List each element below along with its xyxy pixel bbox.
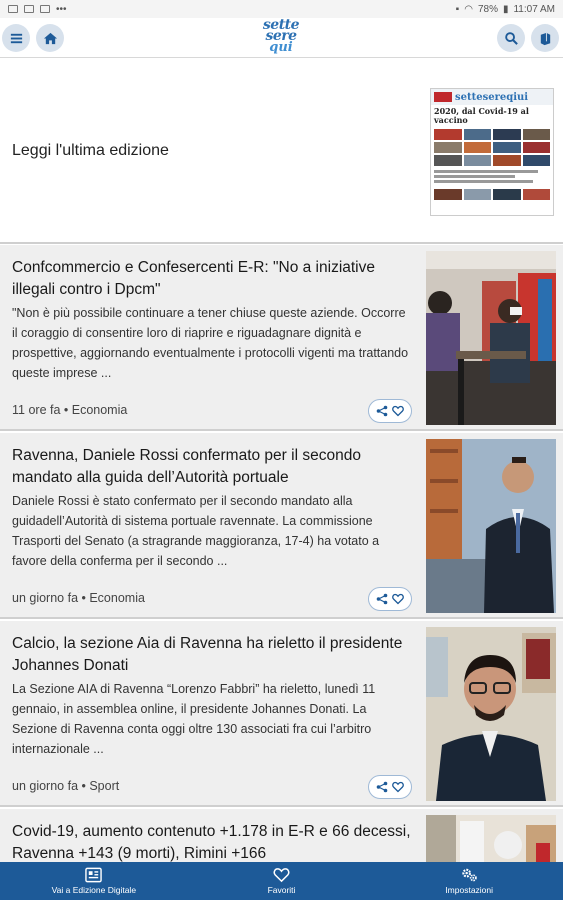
cover-headline: 2020, dal Covid-19 al vaccino bbox=[434, 106, 529, 125]
wifi-icon: ◠ bbox=[464, 3, 473, 15]
newspaper-icon bbox=[540, 32, 550, 45]
search-button[interactable] bbox=[497, 24, 525, 52]
cafe-photo bbox=[426, 251, 556, 425]
more-notifications-icon: ••• bbox=[56, 3, 67, 15]
article-meta: un giorno fa • Sport bbox=[12, 779, 120, 793]
nav-digital-edition[interactable]: Vai a Edizione Digitale bbox=[0, 862, 188, 900]
hospital-photo bbox=[426, 815, 556, 869]
article-title[interactable]: Confcommercio e Confesercenti E-R: "No a… bbox=[12, 257, 412, 301]
heart-icon bbox=[273, 868, 290, 883]
nav-label: Impostazioni bbox=[445, 885, 494, 895]
notification-icons: ••• bbox=[8, 4, 67, 15]
article-card[interactable]: Confcommercio e Confesercenti E-R: "No a… bbox=[0, 245, 563, 431]
latest-edition-label: Leggi l'ultima edizione bbox=[12, 142, 169, 159]
status-bar: ••• ▪ ◠ 78% ▮ 11:07 AM bbox=[0, 0, 563, 18]
home-button[interactable] bbox=[36, 24, 64, 52]
digital-edition-icon bbox=[85, 867, 103, 883]
menu-button[interactable] bbox=[2, 24, 30, 52]
favorite-heart-icon[interactable] bbox=[392, 593, 404, 605]
article-actions bbox=[368, 587, 412, 611]
notification-icon bbox=[8, 5, 18, 13]
clock: 11:07 AM bbox=[513, 3, 555, 15]
latest-edition-card[interactable]: Leggi l'ultima edizione settesereqiui 20… bbox=[0, 58, 563, 244]
share-icon[interactable] bbox=[376, 593, 388, 605]
share-icon[interactable] bbox=[376, 781, 388, 793]
gear-icon bbox=[461, 868, 477, 882]
favorite-heart-icon[interactable] bbox=[392, 405, 404, 417]
hamburger-icon bbox=[10, 33, 22, 43]
edition-cover-image[interactable]: settesereqiui 2020, dal Covid-19 al vacc… bbox=[430, 88, 554, 216]
article-card[interactable]: Covid-19, aumento contenuto +1.178 in E-… bbox=[0, 809, 563, 869]
portrait-photo bbox=[426, 627, 556, 801]
notification-icon bbox=[24, 5, 34, 13]
article-image[interactable] bbox=[426, 251, 556, 425]
article-excerpt: "Non è più possibile continuare a tener … bbox=[12, 306, 409, 380]
article-meta: un giorno fa • Economia bbox=[12, 591, 145, 605]
article-actions bbox=[368, 775, 412, 799]
article-card[interactable]: Calcio, la sezione Aia di Ravenna ha rie… bbox=[0, 621, 563, 807]
portrait-photo bbox=[426, 439, 556, 613]
cover-badge bbox=[434, 92, 452, 102]
share-icon[interactable] bbox=[376, 405, 388, 417]
battery-icon: ▮ bbox=[502, 3, 509, 15]
system-status: ▪ ◠ 78% ▮ 11:07 AM bbox=[456, 4, 555, 15]
article-title[interactable]: Calcio, la sezione Aia di Ravenna ha rie… bbox=[12, 633, 412, 677]
article-title[interactable]: Covid-19, aumento contenuto +1.178 in E-… bbox=[12, 821, 412, 865]
article-actions bbox=[368, 399, 412, 423]
article-image[interactable] bbox=[426, 627, 556, 801]
notification-icon bbox=[40, 5, 50, 13]
edition-button[interactable] bbox=[531, 24, 559, 52]
bottom-navigation: Vai a Edizione Digitale Favoriti Imposta… bbox=[0, 862, 563, 900]
article-image[interactable] bbox=[426, 439, 556, 613]
search-icon bbox=[504, 31, 518, 45]
cover-masthead: settesereqiui bbox=[455, 91, 529, 103]
article-card[interactable]: Ravenna, Daniele Rossi confermato per il… bbox=[0, 433, 563, 619]
article-meta: 11 ore fa • Economia bbox=[12, 403, 128, 417]
article-image[interactable] bbox=[426, 815, 556, 869]
home-icon bbox=[43, 32, 57, 44]
app-logo[interactable]: sette sere qui bbox=[243, 18, 319, 56]
article-excerpt: Daniele Rossi è stato confermato per il … bbox=[12, 494, 380, 568]
article-excerpt: La Sezione AIA di Ravenna “Lorenzo Fabbr… bbox=[12, 682, 376, 756]
nav-favorites[interactable]: Favoriti bbox=[188, 862, 376, 900]
nav-label: Vai a Edizione Digitale bbox=[51, 885, 137, 895]
lock-icon: ▪ bbox=[455, 3, 460, 15]
favorite-heart-icon[interactable] bbox=[392, 781, 404, 793]
app-header: sette sere qui bbox=[0, 18, 563, 58]
article-title[interactable]: Ravenna, Daniele Rossi confermato per il… bbox=[12, 445, 412, 489]
nav-settings[interactable]: Impostazioni bbox=[375, 862, 563, 900]
cover-photo-grid bbox=[431, 127, 553, 168]
nav-label: Favoriti bbox=[267, 885, 296, 895]
battery-percent: 78% bbox=[477, 3, 498, 15]
